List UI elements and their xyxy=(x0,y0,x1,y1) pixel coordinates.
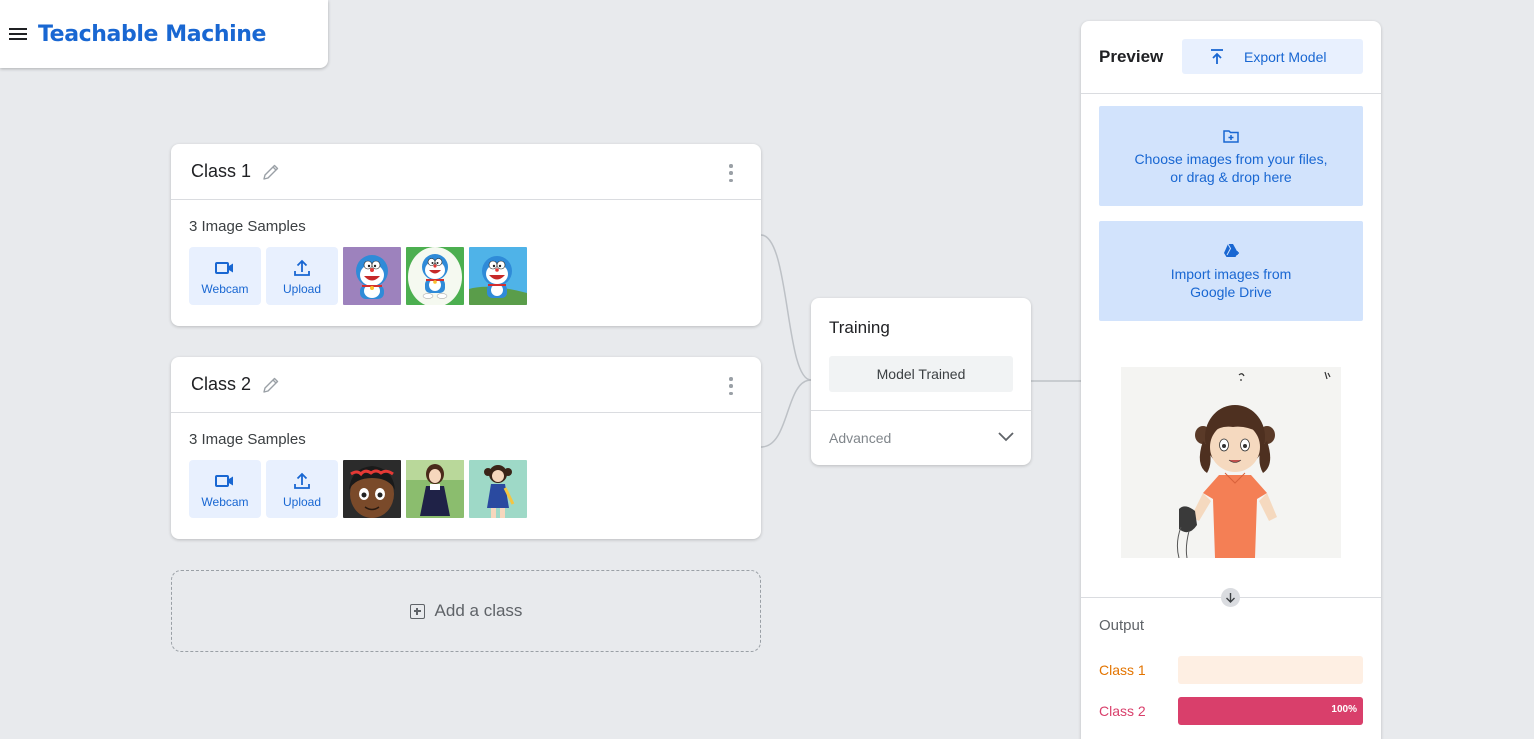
drive-line1: Import images from xyxy=(1170,265,1292,282)
google-drive-import[interactable]: Import images from Google Drive xyxy=(1099,221,1363,321)
connector-class2-training xyxy=(760,379,812,448)
samples-count: 3 Image Samples xyxy=(189,431,306,448)
preview-panel: Preview Export Model Choose images from … xyxy=(1081,21,1381,739)
chevron-down-icon xyxy=(998,432,1014,442)
sample-thumbnail[interactable] xyxy=(343,247,401,305)
confidence-percent: 100% xyxy=(1331,704,1357,715)
shizuka-image-2 xyxy=(406,460,464,518)
add-class-label: Add a class xyxy=(434,601,523,620)
menu-icon[interactable] xyxy=(4,20,32,48)
confidence-bar xyxy=(1178,656,1363,684)
more-options-icon[interactable] xyxy=(725,377,737,395)
export-icon xyxy=(1211,48,1223,64)
sample-thumbnail[interactable] xyxy=(469,247,527,305)
output-row-class2: Class 2 100% xyxy=(1099,697,1363,725)
class-name[interactable]: Class 2 xyxy=(191,374,251,395)
webcam-icon xyxy=(215,261,233,274)
webcam-label: Webcam xyxy=(201,494,249,509)
output-class-name: Class 1 xyxy=(1099,662,1146,678)
class-card-header: Class 1 xyxy=(171,144,761,200)
train-model-button[interactable]: Model Trained xyxy=(829,356,1013,392)
class-card-1: Class 1 3 Image Samples Webcam Upload xyxy=(171,144,761,326)
shizuka-preview-image xyxy=(1121,367,1341,558)
output-label: Output xyxy=(1099,617,1145,634)
drive-line2: Google Drive xyxy=(1190,283,1272,300)
webcam-icon xyxy=(215,474,233,487)
upload-label: Upload xyxy=(282,494,322,509)
scroll-down-button[interactable] xyxy=(1221,588,1240,607)
sample-thumbnail[interactable] xyxy=(343,460,401,518)
file-drop-line1: Choose images from your files, xyxy=(1134,150,1328,167)
pencil-icon[interactable] xyxy=(261,162,281,182)
doraemon-image-1 xyxy=(343,247,401,305)
upload-button[interactable]: Upload xyxy=(266,460,338,518)
samples-count: 3 Image Samples xyxy=(189,218,306,235)
advanced-toggle[interactable]: Advanced xyxy=(811,410,1031,465)
upload-button[interactable]: Upload xyxy=(266,247,338,305)
app-header: Teachable Machine xyxy=(0,0,328,68)
advanced-label: Advanced xyxy=(829,430,892,446)
upload-icon xyxy=(294,472,310,489)
more-options-icon[interactable] xyxy=(725,164,737,182)
doraemon-image-2 xyxy=(406,247,464,305)
confidence-bar: 100% xyxy=(1178,697,1363,725)
shizuka-image-3 xyxy=(469,460,527,518)
file-drop-line2: or drag & drop here xyxy=(1170,168,1292,185)
webcam-label: Webcam xyxy=(201,281,249,296)
class-card-body: 3 Image Samples Webcam Upload xyxy=(171,200,761,326)
connector-class1-training xyxy=(760,234,812,381)
sample-thumbnail[interactable] xyxy=(406,247,464,305)
add-class-button[interactable]: Add a class xyxy=(171,570,761,652)
shizuka-image-1 xyxy=(343,460,401,518)
pencil-icon[interactable] xyxy=(261,375,281,395)
upload-icon xyxy=(294,259,310,276)
sample-row: Webcam Upload xyxy=(189,460,761,518)
upload-label: Upload xyxy=(282,281,322,296)
file-drop-zone[interactable]: Choose images from your files, or drag &… xyxy=(1099,106,1363,206)
app-title[interactable]: Teachable Machine xyxy=(38,22,266,47)
preview-header: Preview Export Model xyxy=(1081,21,1381,94)
sample-row: Webcam Upload xyxy=(189,247,761,305)
output-class-name: Class 2 xyxy=(1099,703,1146,719)
export-label: Export Model xyxy=(1244,48,1327,65)
arrow-down-icon xyxy=(1226,593,1235,603)
training-card: Training Model Trained Advanced xyxy=(811,298,1031,465)
add-box-icon xyxy=(409,603,425,619)
webcam-button[interactable]: Webcam xyxy=(189,460,261,518)
google-drive-add-icon xyxy=(1224,243,1239,257)
class-card-body: 3 Image Samples Webcam Upload xyxy=(171,413,761,539)
class-card-header: Class 2 xyxy=(171,357,761,413)
webcam-button[interactable]: Webcam xyxy=(189,247,261,305)
preview-title: Preview xyxy=(1099,47,1164,66)
class-name[interactable]: Class 1 xyxy=(191,161,251,182)
export-model-button[interactable]: Export Model xyxy=(1182,39,1363,74)
doraemon-image-3 xyxy=(469,247,527,305)
sample-thumbnail[interactable] xyxy=(469,460,527,518)
training-title: Training xyxy=(829,318,890,337)
output-row-class1: Class 1 xyxy=(1099,656,1363,684)
sample-thumbnail[interactable] xyxy=(406,460,464,518)
class-card-2: Class 2 3 Image Samples Webcam Upload xyxy=(171,357,761,539)
preview-image xyxy=(1121,367,1341,558)
folder-add-icon xyxy=(1223,129,1239,143)
